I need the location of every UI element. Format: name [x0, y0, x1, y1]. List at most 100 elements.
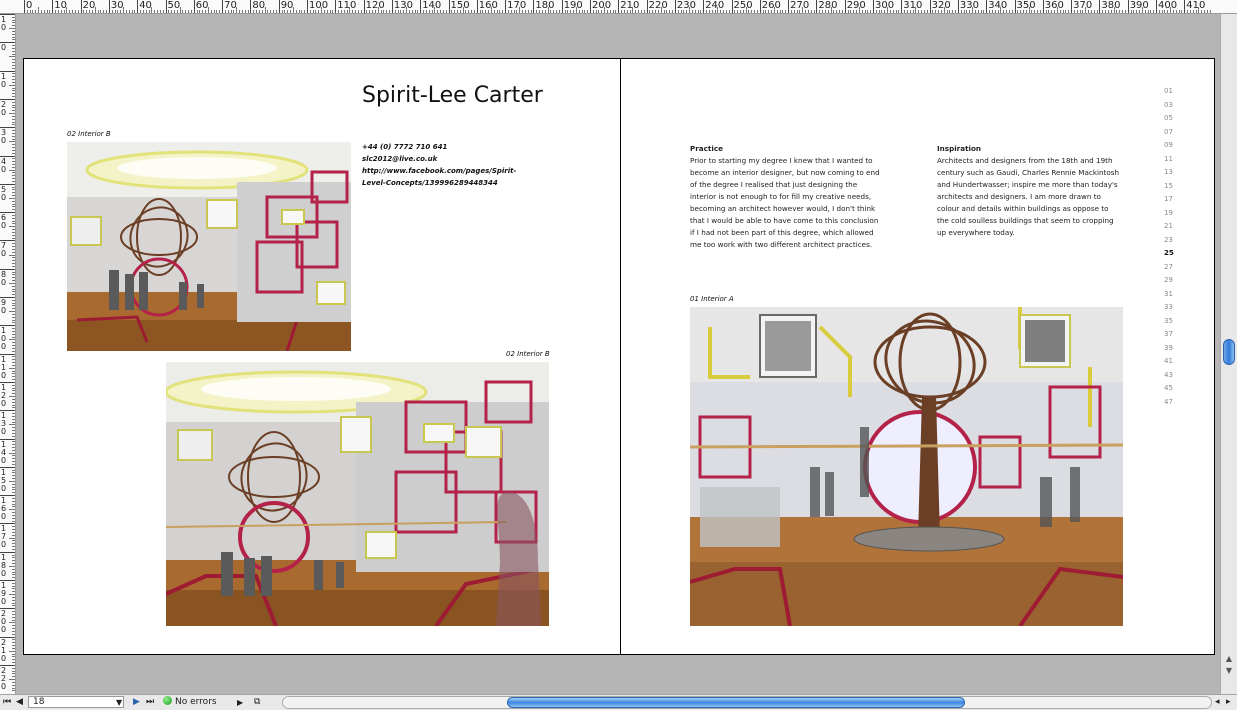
ruler-minor-tick — [12, 93, 15, 95]
ruler-minor-tick — [12, 47, 15, 49]
page-dropdown-icon[interactable]: ▼ — [116, 696, 122, 709]
ruler-minor-tick — [12, 118, 15, 120]
ruler-minor-tick — [12, 446, 15, 448]
page-number-item[interactable]: 29 — [1164, 274, 1184, 288]
ruler-minor-tick — [1045, 10, 1047, 13]
ruler-minor-tick — [765, 10, 767, 13]
page-number-item[interactable]: 43 — [1164, 369, 1184, 383]
page-number-item[interactable]: 07 — [1164, 126, 1184, 140]
page-number-item[interactable]: 47 — [1164, 396, 1184, 410]
scroll-down-icon[interactable]: ▼ — [1223, 666, 1235, 676]
ruler-minor-tick — [315, 10, 317, 13]
page-spread[interactable]: Spirit-Lee Carter 02 Interior B +44 (0) … — [23, 58, 1215, 655]
ruler-label: 40 — [1, 156, 7, 174]
ruler-minor-tick — [12, 681, 15, 683]
ruler-minor-tick — [12, 616, 15, 618]
ruler-label: 0 — [26, 0, 33, 11]
ruler-minor-tick — [983, 10, 985, 13]
ruler-minor-tick — [1122, 10, 1124, 13]
page-number-item[interactable]: 01 — [1164, 85, 1184, 99]
ruler-minor-tick — [12, 574, 15, 576]
interior-b-photo-bottom[interactable] — [166, 362, 549, 626]
page-number-item[interactable]: 19 — [1164, 207, 1184, 221]
page-number-field[interactable]: 18 — [28, 696, 124, 708]
page-number-item[interactable]: 41 — [1164, 355, 1184, 369]
ruler-minor-tick — [923, 10, 925, 13]
page-number-item[interactable]: 27 — [1164, 261, 1184, 275]
scroll-right-icon[interactable]: ▸ — [1226, 696, 1231, 709]
ruler-label: 160 — [1, 496, 7, 522]
first-page-icon[interactable]: ⏮ — [3, 696, 11, 709]
ruler-minor-tick — [737, 10, 739, 13]
page-number-item[interactable]: 35 — [1164, 315, 1184, 329]
vertical-scrollbar[interactable]: ▲ ▼ — [1220, 14, 1237, 694]
ruler-minor-tick — [171, 10, 173, 13]
open-document-icon[interactable]: ⧉ — [254, 696, 260, 709]
page-number-item[interactable]: 23 — [1164, 234, 1184, 248]
next-page-icon[interactable]: ▶ — [133, 696, 140, 709]
page-number-item[interactable]: 13 — [1164, 166, 1184, 180]
ruler-minor-tick — [55, 10, 57, 13]
page-number-item[interactable]: 17 — [1164, 193, 1184, 207]
ruler-minor-tick — [12, 517, 15, 519]
page-number-item[interactable]: 05 — [1164, 112, 1184, 126]
interior-a-photo[interactable] — [690, 307, 1123, 626]
preflight-status[interactable]: No errors — [163, 696, 217, 709]
ruler-minor-tick — [9, 226, 15, 228]
ruler-minor-tick — [12, 356, 15, 358]
page-number-item[interactable]: 03 — [1164, 99, 1184, 113]
ruler-minor-tick — [12, 401, 15, 403]
ruler-minor-tick — [12, 203, 15, 205]
scroll-up-icon[interactable]: ▲ — [1223, 654, 1235, 664]
ruler-minor-tick — [89, 10, 91, 13]
interior-b-photo-top[interactable] — [67, 142, 351, 351]
ruler-minor-tick — [655, 10, 657, 13]
page-number-item[interactable]: 31 — [1164, 288, 1184, 302]
horizontal-scroll-thumb[interactable] — [507, 697, 965, 708]
ruler-minor-tick — [168, 10, 170, 13]
ruler-minor-tick — [12, 469, 15, 471]
ruler-minor-tick — [12, 231, 15, 233]
page-number-item[interactable]: 37 — [1164, 328, 1184, 342]
ruler-minor-tick — [768, 10, 770, 13]
page-number-item[interactable]: 39 — [1164, 342, 1184, 356]
horizontal-ruler[interactable]: 0 10 20 30 40 50 60 70 80 90 100 110 120 130 140 150 160… — [0, 0, 1237, 14]
ruler-minor-tick — [12, 73, 15, 75]
ruler-minor-tick — [423, 10, 425, 13]
practice-body: Prior to starting my degree I knew that … — [690, 156, 880, 249]
vertical-ruler[interactable]: 10 0 10 20 30 40 50 60 70 80 90 100 110 120 130 140 150 1… — [0, 14, 16, 694]
page-number-item[interactable]: 15 — [1164, 180, 1184, 194]
page-number-item[interactable]: 25 — [1164, 247, 1184, 261]
ruler-minor-tick — [258, 10, 260, 13]
ruler-minor-tick — [12, 87, 15, 89]
ruler-minor-tick — [12, 220, 15, 222]
last-page-icon[interactable]: ⏭ — [146, 696, 154, 709]
ruler-minor-tick — [295, 10, 297, 13]
ruler-minor-tick — [12, 611, 15, 613]
ruler-minor-tick — [12, 81, 15, 83]
scroll-left-icon[interactable]: ◂ — [1215, 696, 1220, 709]
ruler-minor-tick — [9, 650, 15, 652]
ruler-minor-tick — [12, 299, 15, 301]
ruler-minor-tick — [799, 10, 801, 13]
ruler-minor-tick — [12, 596, 15, 598]
ruler-minor-tick — [932, 10, 934, 13]
ruler-minor-tick — [963, 10, 965, 13]
ruler-minor-tick — [318, 10, 320, 13]
ruler-minor-tick — [12, 441, 15, 443]
ruler-minor-tick — [12, 506, 15, 508]
vertical-scroll-thumb[interactable] — [1223, 339, 1235, 365]
page-number-item[interactable]: 33 — [1164, 301, 1184, 315]
ruler-minor-tick — [425, 10, 427, 13]
ruler-minor-tick — [12, 316, 15, 318]
ruler-minor-tick — [621, 10, 623, 13]
page-number-item[interactable]: 21 — [1164, 220, 1184, 234]
horizontal-scrollbar[interactable] — [282, 696, 1212, 709]
preflight-menu-icon[interactable]: ▶ — [237, 696, 243, 709]
previous-page-icon[interactable]: ◀ — [16, 696, 23, 709]
ruler-minor-tick — [9, 679, 15, 681]
page-number-item[interactable]: 09 — [1164, 139, 1184, 153]
ruler-label: 80 — [1, 269, 7, 287]
page-number-item[interactable]: 45 — [1164, 382, 1184, 396]
page-number-item[interactable]: 11 — [1164, 153, 1184, 167]
